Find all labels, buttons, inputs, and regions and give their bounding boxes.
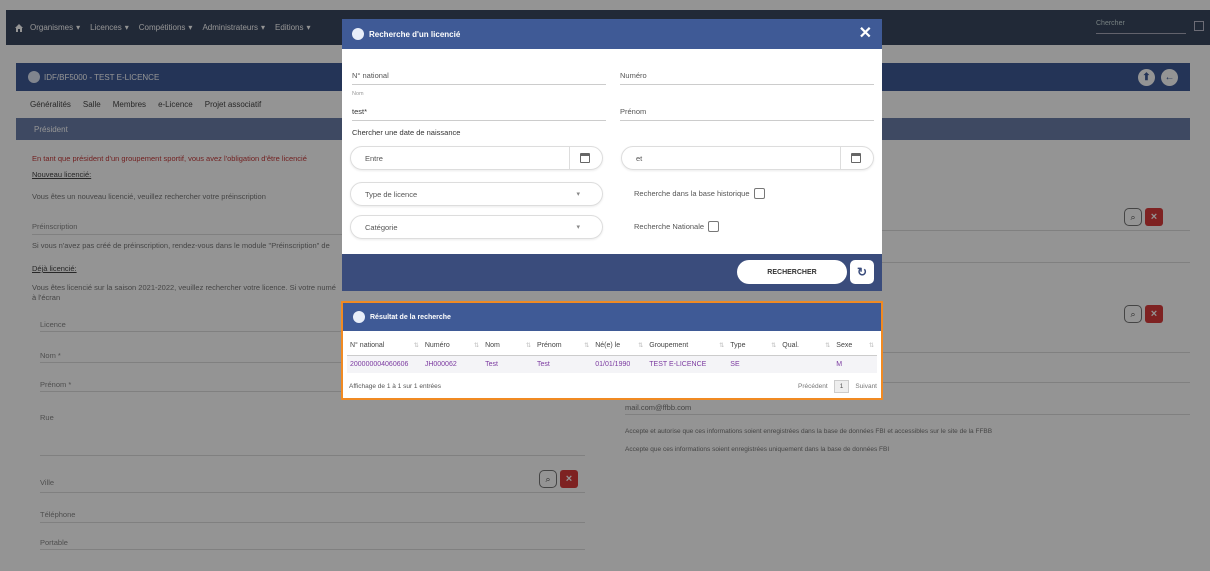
checkbox-box[interactable] [708,221,720,232]
category-select[interactable]: Catégorie ▾ [350,215,603,239]
column-header[interactable]: Numéro ⇅ [421,336,483,356]
chevron-down-icon: ▾ [576,191,580,198]
column-header[interactable]: N° national ⇅ [347,336,422,356]
historic-search-checkbox[interactable]: Recherche dans la base historique [634,188,765,199]
table-header-row: N° national ⇅ Numéro ⇅ Nom ⇅ Prénom ⇅ Né(e) … [347,336,877,356]
birthdate-from-placeholder: Entre [365,153,383,163]
table-cell[interactable]: Test [482,355,535,373]
column-header[interactable]: Qual. ⇅ [779,336,834,356]
results-icon [353,311,365,323]
birthdate-to-placeholder: et [636,153,643,163]
column-header[interactable]: Prénom ⇅ [534,336,593,356]
next-page-button[interactable]: Suivant [855,383,877,390]
search-results-panel: Résultat de la recherche N° national ⇅ Nu… [341,301,883,400]
numero-field[interactable]: Numéro [620,67,874,85]
birthdate-title: Chercher une date de naissance [352,128,461,137]
table-cell[interactable]: SE [727,355,780,373]
calendar-icon[interactable] [580,153,590,163]
prenom-label: Prénom [620,107,647,116]
prenom-search-field[interactable]: Prénom [620,99,874,121]
licence-type-placeholder: Type de licence [365,189,418,199]
results-header: Résultat de la recherche [343,303,881,331]
national-search-label: Recherche Nationale [634,222,705,231]
previous-page-button[interactable]: Précédent [798,383,828,390]
column-header[interactable]: Nom ⇅ [482,336,535,356]
licensee-search-modal: Recherche d'un licencié ✕ N° national Nu… [342,19,882,291]
input-divider [840,147,841,169]
modal-title: Recherche d'un licencié [369,29,461,39]
nom-value: test* [352,107,368,116]
refresh-icon[interactable]: ↻ [850,260,874,284]
nom-search-field[interactable]: Nom test* [352,91,606,121]
table-cell[interactable]: JH000062 [421,355,483,373]
modal-header: Recherche d'un licencié [342,19,882,49]
category-placeholder: Catégorie [365,222,398,232]
checkbox-box[interactable] [753,188,765,199]
table-cell[interactable]: 200000004060606 [347,355,422,373]
historic-search-label: Recherche dans la base historique [634,189,750,198]
results-title: Résultat de la recherche [370,313,451,321]
search-button[interactable]: RECHERCHER [737,260,847,284]
licence-icon [352,28,364,40]
input-divider [569,147,570,169]
results-info: Affichage de 1 à 1 sur 1 entrées [349,383,442,390]
modal-footer: RECHERCHER ↻ [342,254,882,291]
column-header[interactable]: Sexe ⇅ [833,336,877,356]
column-header[interactable]: Groupement ⇅ [646,336,728,356]
pagination: Précédent 1 Suivant [798,380,877,393]
numero-label: Numéro [620,71,647,80]
birthdate-from-input[interactable]: Entre [350,146,603,170]
calendar-icon[interactable] [851,153,861,163]
table-cell[interactable]: M [833,355,877,373]
table-row[interactable]: 200000004060606 JH000062 Test Test 01/01… [347,355,877,373]
table-cell[interactable]: 01/01/1990 [592,355,647,373]
nom-floating-label: Nom [352,91,364,97]
table-cell[interactable]: TEST E-LICENCE [646,355,728,373]
results-table: N° national ⇅ Numéro ⇅ Nom ⇅ Prénom ⇅ Né(e) … [347,336,877,373]
results-footer: Affichage de 1 à 1 sur 1 entrées Précéde… [349,380,877,393]
national-number-label: N° national [352,71,389,80]
page-number-button[interactable]: 1 [833,380,850,393]
column-header[interactable]: Type ⇅ [727,336,780,356]
birthdate-to-input[interactable]: et [621,146,874,170]
national-search-checkbox[interactable]: Recherche Nationale [634,221,720,232]
licence-type-select[interactable]: Type de licence ▾ [350,182,603,206]
table-cell[interactable]: Test [534,355,593,373]
close-icon[interactable]: ✕ [859,25,872,43]
column-header[interactable]: Né(e) le ⇅ [592,336,647,356]
chevron-down-icon: ▾ [576,224,580,231]
table-cell[interactable] [779,355,834,373]
national-number-field[interactable]: N° national [352,67,606,85]
